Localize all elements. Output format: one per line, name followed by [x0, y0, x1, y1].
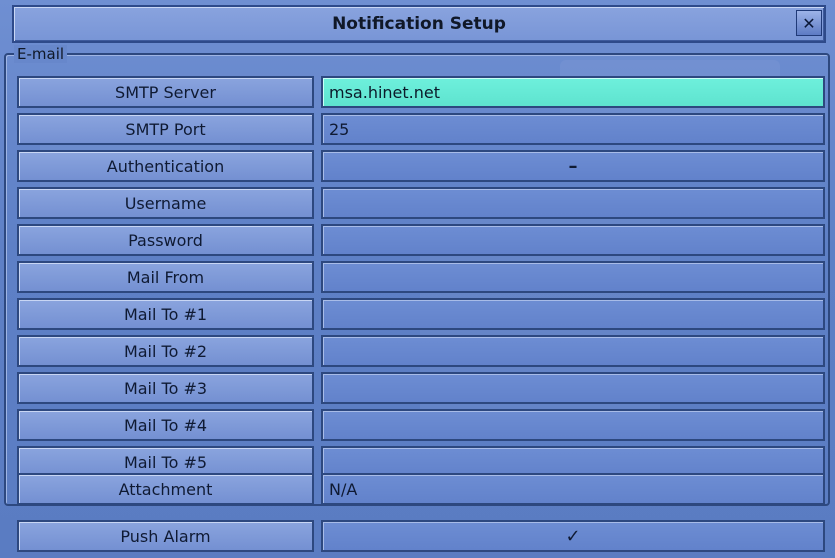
row-authentication: Authentication –	[17, 150, 825, 182]
mail-to-3-label: Mail To #3	[17, 372, 314, 404]
osd-screen: Notification Setup ✕ E-mail SMTP Server …	[0, 0, 835, 558]
password-label: Password	[17, 224, 314, 256]
username-label: Username	[17, 187, 314, 219]
push-alarm-label: Push Alarm	[17, 520, 314, 552]
row-mail-to-2: Mail To #2	[17, 335, 825, 367]
smtp-port-field[interactable]: 25	[321, 113, 825, 145]
row-username: Username	[17, 187, 825, 219]
password-field[interactable]	[321, 224, 825, 256]
smtp-port-label: SMTP Port	[17, 113, 314, 145]
mail-to-2-field[interactable]	[321, 335, 825, 367]
smtp-server-field[interactable]: msa.hinet.net	[321, 76, 825, 108]
push-alarm-checkbox[interactable]: ✓	[321, 520, 825, 552]
mail-from-label: Mail From	[17, 261, 314, 293]
email-legend: E-mail	[14, 45, 68, 63]
mail-to-3-field[interactable]	[321, 372, 825, 404]
row-smtp-port: SMTP Port 25	[17, 113, 825, 145]
title-bar: Notification Setup ✕	[12, 5, 826, 43]
mail-to-4-label: Mail To #4	[17, 409, 314, 441]
row-mail-to-3: Mail To #3	[17, 372, 825, 404]
row-mail-to-4: Mail To #4	[17, 409, 825, 441]
window-title: Notification Setup	[332, 14, 506, 34]
row-smtp-server: SMTP Server msa.hinet.net	[17, 76, 825, 108]
mail-from-field[interactable]	[321, 261, 825, 293]
smtp-server-label: SMTP Server	[17, 76, 314, 108]
row-mail-to-1: Mail To #1	[17, 298, 825, 330]
close-icon[interactable]: ✕	[796, 10, 822, 36]
username-field[interactable]	[321, 187, 825, 219]
row-attachment: Attachment N/A	[17, 473, 825, 505]
attachment-label: Attachment	[17, 473, 314, 505]
mail-to-1-field[interactable]	[321, 298, 825, 330]
mail-to-2-label: Mail To #2	[17, 335, 314, 367]
row-push-alarm: Push Alarm ✓	[17, 520, 825, 552]
authentication-label: Authentication	[17, 150, 314, 182]
mail-to-1-label: Mail To #1	[17, 298, 314, 330]
attachment-field[interactable]: N/A	[321, 473, 825, 505]
mail-to-4-field[interactable]	[321, 409, 825, 441]
row-mail-from: Mail From	[17, 261, 825, 293]
authentication-field[interactable]: –	[321, 150, 825, 182]
row-password: Password	[17, 224, 825, 256]
